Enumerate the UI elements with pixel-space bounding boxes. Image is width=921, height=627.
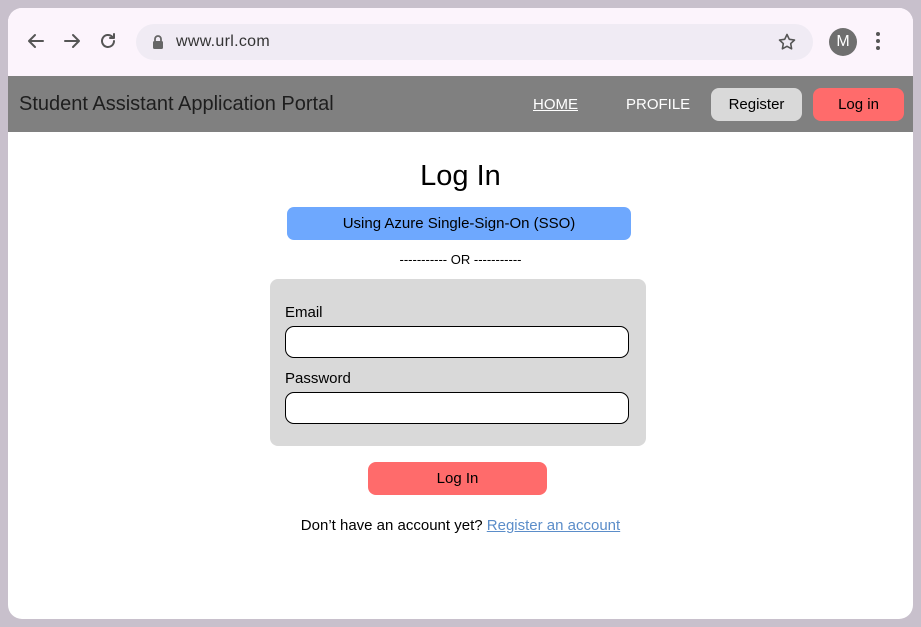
- browser-toolbar: www.url.com M: [8, 8, 913, 76]
- back-arrow-icon: [28, 34, 44, 48]
- register-account-link[interactable]: Register an account: [487, 517, 620, 534]
- header-login-button[interactable]: Log in: [813, 88, 904, 121]
- back-button[interactable]: [24, 29, 48, 53]
- browser-window: www.url.com M Student Assistant Applicat…: [8, 8, 913, 619]
- or-separator: ----------- OR -----------: [399, 252, 522, 267]
- site-header: Student Assistant Application Portal HOM…: [8, 76, 913, 132]
- forward-arrow-icon: [64, 34, 80, 48]
- email-label: Email: [285, 304, 323, 321]
- password-label: Password: [285, 370, 351, 387]
- reload-button[interactable]: [96, 29, 120, 53]
- reload-icon: [101, 33, 115, 48]
- register-button[interactable]: Register: [711, 88, 802, 121]
- nav-link-home[interactable]: HOME: [533, 96, 578, 113]
- star-icon[interactable]: [777, 32, 797, 52]
- sso-login-button[interactable]: Using Azure Single-Sign-On (SSO): [287, 207, 631, 240]
- url-text[interactable]: www.url.com: [176, 33, 270, 51]
- site-title: Student Assistant Application Portal: [19, 93, 334, 115]
- register-prompt-text: Don’t have an account yet?: [300, 517, 487, 534]
- page-title: Log In: [420, 160, 501, 192]
- register-prompt-line: Don’t have an account yet? Register an a…: [8, 517, 913, 534]
- login-submit-button[interactable]: Log In: [368, 462, 547, 495]
- kebab-menu-icon[interactable]: [874, 30, 882, 52]
- nav-link-profile[interactable]: PROFILE: [626, 96, 690, 113]
- lock-icon: [153, 35, 163, 49]
- profile-avatar[interactable]: M: [829, 28, 857, 56]
- email-field[interactable]: [285, 326, 629, 358]
- password-field[interactable]: [285, 392, 629, 424]
- address-bar[interactable]: www.url.com: [136, 24, 813, 60]
- forward-button[interactable]: [60, 29, 84, 53]
- login-form: Email Password: [270, 279, 646, 446]
